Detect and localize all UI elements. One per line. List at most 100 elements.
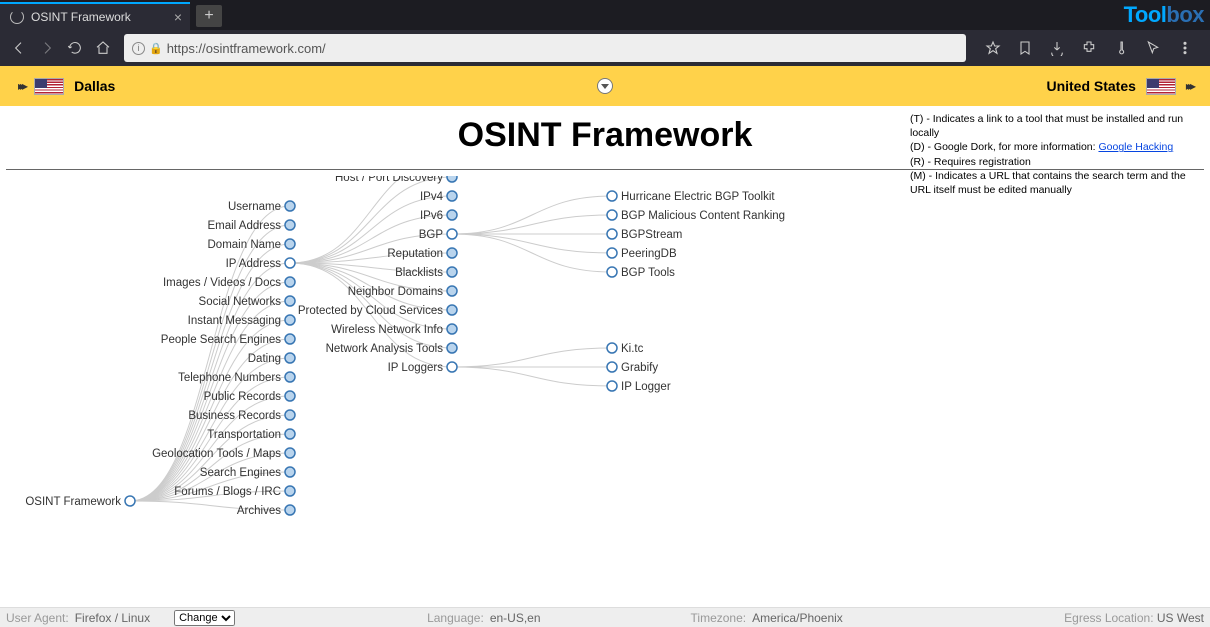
tree-node[interactable]: IP Loggers <box>388 362 457 374</box>
bookmark-icon[interactable] <box>1014 37 1036 59</box>
browser-tab[interactable]: OSINT Framework × <box>0 2 190 30</box>
egress-label: Egress Location: <box>1064 611 1153 625</box>
menu-icon[interactable] <box>1174 37 1196 59</box>
svg-text:Transportation: Transportation <box>207 429 281 441</box>
svg-text:Public Records: Public Records <box>204 391 282 403</box>
tree-node[interactable]: BGP Malicious Content Ranking <box>607 210 785 222</box>
tree-node[interactable]: Business Records <box>188 410 295 422</box>
tree-node[interactable]: Forums / Blogs / IRC <box>174 486 295 498</box>
tree-node[interactable]: Dating <box>248 353 295 365</box>
tree-node[interactable]: Telephone Numbers <box>178 372 295 384</box>
temp-icon[interactable] <box>1110 37 1132 59</box>
tree-node[interactable]: Transportation <box>207 429 295 441</box>
svg-text:Telephone Numbers: Telephone Numbers <box>178 372 281 384</box>
svg-text:Ki.tc: Ki.tc <box>621 343 644 355</box>
svg-text:Network Analysis Tools: Network Analysis Tools <box>326 343 444 355</box>
tree-node[interactable]: PeeringDB <box>607 248 677 260</box>
back-icon[interactable] <box>8 37 30 59</box>
svg-text:Grabify: Grabify <box>621 362 658 374</box>
svg-text:Business Records: Business Records <box>188 410 281 422</box>
egress-value: US West <box>1157 611 1204 625</box>
tree-node[interactable]: Grabify <box>607 362 658 374</box>
cursor-icon[interactable] <box>1142 37 1164 59</box>
url-text: https://osintframework.com/ <box>167 41 326 56</box>
tree-node[interactable]: Ki.tc <box>607 343 644 355</box>
tree-node[interactable]: Reputation <box>387 248 457 260</box>
svg-text:Hurricane Electric BGP Toolkit: Hurricane Electric BGP Toolkit <box>621 191 775 203</box>
tree-node[interactable]: IP Address <box>226 258 295 270</box>
tree-graph[interactable]: OSINT Framework Username Email Address Doma… <box>0 176 1210 606</box>
svg-text:BGP Tools: BGP Tools <box>621 267 675 279</box>
svg-text:IP Address: IP Address <box>226 258 282 270</box>
tree-node[interactable]: Hurricane Electric BGP Toolkit <box>607 191 775 203</box>
home-icon[interactable] <box>92 37 114 59</box>
close-tab-icon[interactable]: × <box>174 9 182 25</box>
lang-value: en-US,en <box>490 611 541 625</box>
tree-node[interactable]: Wireless Network Info <box>331 324 457 336</box>
google-hacking-link[interactable]: Google Hacking <box>1098 141 1173 153</box>
svg-text:Neighbor Domains: Neighbor Domains <box>348 286 443 298</box>
svg-text:Host / Port Discovery: Host / Port Discovery <box>335 176 443 184</box>
arrows-right-icon[interactable]: ▸▸▸ <box>1186 79 1192 93</box>
tree-node[interactable]: Protected by Cloud Services <box>298 305 457 317</box>
tree-node[interactable]: IPv6 <box>420 210 457 222</box>
tree-node[interactable]: Host / Port Discovery <box>335 176 457 184</box>
tree-node[interactable]: Neighbor Domains <box>348 286 457 298</box>
location-dropdown-icon[interactable] <box>597 78 613 94</box>
tree-node[interactable]: Username <box>228 201 295 213</box>
tree-node[interactable]: People Search Engines <box>161 334 295 346</box>
tree-node[interactable]: Network Analysis Tools <box>326 343 457 355</box>
tree-node[interactable]: IP Logger <box>607 381 671 393</box>
svg-text:Search Engines: Search Engines <box>200 467 281 479</box>
svg-text:Dating: Dating <box>248 353 281 365</box>
lang-label: Language: <box>427 611 484 625</box>
download-icon[interactable] <box>1046 37 1068 59</box>
svg-text:Protected by Cloud Services: Protected by Cloud Services <box>298 305 443 317</box>
tree-node[interactable]: Social Networks <box>199 296 295 308</box>
svg-text:BGPStream: BGPStream <box>621 229 682 241</box>
svg-text:Domain Name: Domain Name <box>208 239 282 251</box>
svg-text:Forums / Blogs / IRC: Forums / Blogs / IRC <box>174 486 281 498</box>
star-icon[interactable] <box>982 37 1004 59</box>
tree-node[interactable]: Public Records <box>204 391 295 403</box>
svg-text:Blacklists: Blacklists <box>395 267 443 279</box>
flag-us-left <box>34 78 64 95</box>
tree-node[interactable]: BGP <box>419 229 457 241</box>
url-bar[interactable]: i 🔒 https://osintframework.com/ <box>124 34 966 62</box>
svg-text:OSINT Framework: OSINT Framework <box>25 496 121 508</box>
tree-node[interactable]: Images / Videos / Docs <box>163 277 295 289</box>
tree-node[interactable]: Geolocation Tools / Maps <box>152 448 295 460</box>
new-tab-button[interactable]: + <box>196 5 222 27</box>
page-content: OSINT Framework (T) - Indicates a link t… <box>0 106 1210 607</box>
tz-value: America/Phoenix <box>752 611 843 625</box>
ua-change-select[interactable]: Change <box>174 610 235 626</box>
svg-text:BGP Malicious Content Ranking: BGP Malicious Content Ranking <box>621 210 785 222</box>
tree-node[interactable]: Blacklists <box>395 267 457 279</box>
legend-d: (D) - Google Dork, for more information:… <box>910 140 1200 154</box>
tree-node[interactable]: Search Engines <box>200 467 295 479</box>
tree-node[interactable]: BGPStream <box>607 229 682 241</box>
svg-text:BGP: BGP <box>419 229 444 241</box>
reload-icon[interactable] <box>64 37 86 59</box>
svg-text:IP Loggers: IP Loggers <box>388 362 444 374</box>
arrows-left-icon[interactable]: ▸▸▸ <box>18 79 24 93</box>
tree-node[interactable]: BGP Tools <box>607 267 675 279</box>
svg-text:Wireless Network Info: Wireless Network Info <box>331 324 443 336</box>
svg-text:Email Address: Email Address <box>207 220 281 232</box>
location-country: United States <box>1046 78 1135 94</box>
svg-text:Instant Messaging: Instant Messaging <box>188 315 281 327</box>
site-info-icon[interactable]: i <box>132 42 145 55</box>
tab-title: OSINT Framework <box>31 10 131 24</box>
tree-node[interactable]: IPv4 <box>420 191 457 203</box>
location-city: Dallas <box>74 78 115 94</box>
tree-node[interactable]: Instant Messaging <box>188 315 295 327</box>
tree-node[interactable]: Archives <box>237 505 295 517</box>
forward-icon[interactable] <box>36 37 58 59</box>
extension-icon[interactable] <box>1078 37 1100 59</box>
svg-text:Reputation: Reputation <box>387 248 443 260</box>
svg-text:Social Networks: Social Networks <box>199 296 282 308</box>
location-bar: ▸▸▸ Dallas United States ▸▸▸ <box>0 66 1210 106</box>
svg-text:Geolocation Tools / Maps: Geolocation Tools / Maps <box>152 448 281 460</box>
tab-favicon <box>10 10 24 24</box>
tree-node[interactable]: OSINT Framework <box>25 496 135 508</box>
